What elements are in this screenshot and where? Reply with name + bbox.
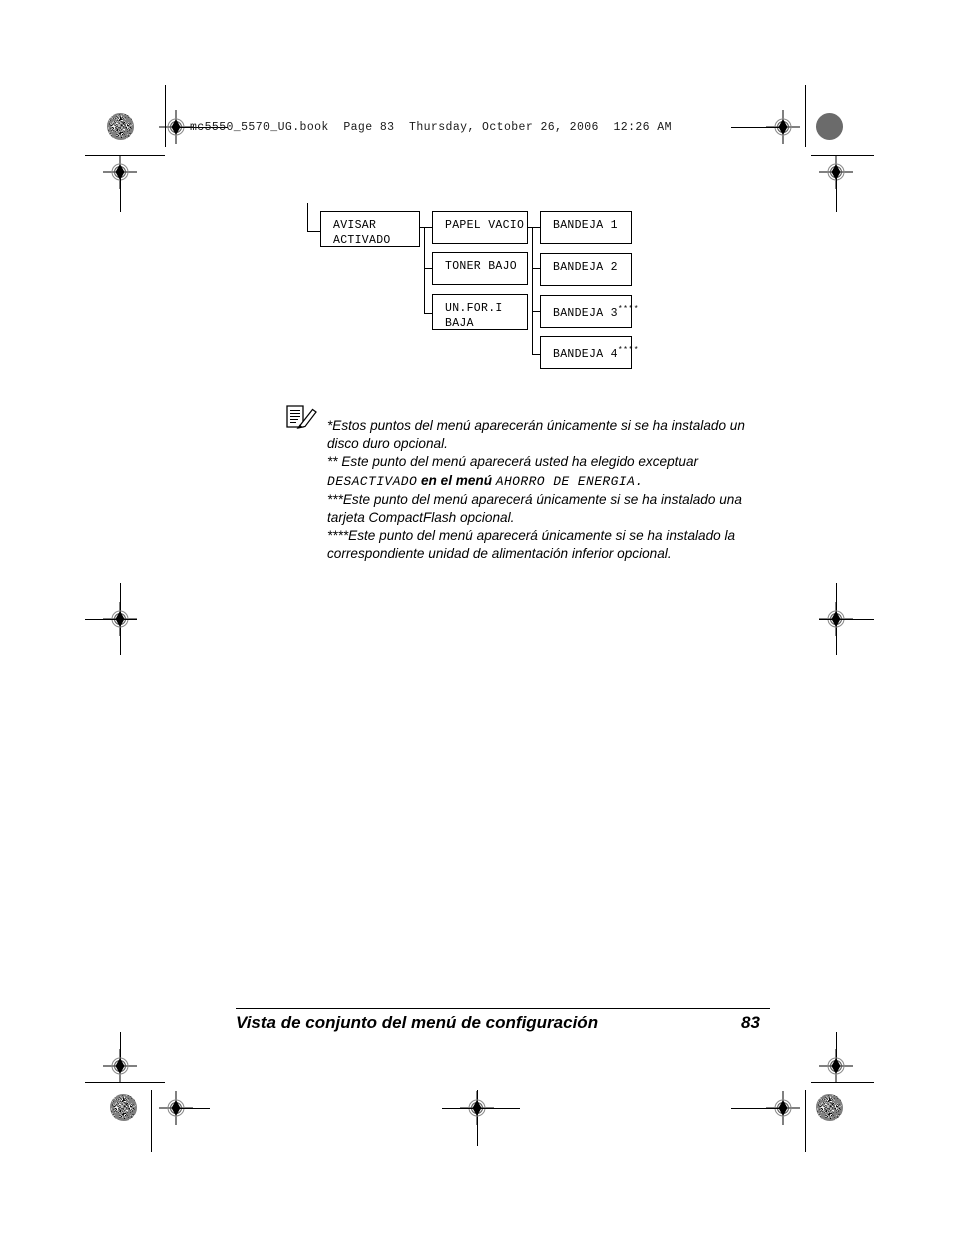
node-bandeja-3-label: BANDEJA 3 xyxy=(553,306,618,320)
note-text: *Estos puntos del menú aparecerán únicam… xyxy=(327,417,779,564)
node-un-for-i-baja[interactable]: UN.FOR.I BAJA xyxy=(432,294,528,330)
node-bandeja-2[interactable]: BANDEJA 2 xyxy=(540,253,632,286)
crop-line-lower-left-horizontal xyxy=(85,1082,165,1083)
connector-branch-toner-bajo xyxy=(424,268,432,269)
connector-trunk-level2 xyxy=(424,227,425,313)
node-avisar-activado-line2: ACTIVADO xyxy=(333,234,391,247)
registration-target-lower-left xyxy=(103,1049,137,1083)
crop-line-lower-right-horizontal xyxy=(811,1082,874,1083)
node-bandeja-1[interactable]: BANDEJA 1 xyxy=(540,211,632,244)
node-papel-vacio[interactable]: PAPEL VACIO xyxy=(432,211,528,244)
note-value-desactivado: DESACTIVADO xyxy=(327,473,418,489)
connector-branch-un-for-i xyxy=(424,313,432,314)
footer-page-number: 83 xyxy=(741,1013,760,1032)
halftone-dot-top-right xyxy=(816,113,843,140)
crop-line-bottom-center-horizontal xyxy=(442,1108,520,1109)
node-bandeja-2-label: BANDEJA 2 xyxy=(553,261,618,274)
node-toner-bajo-label: TONER BAJO xyxy=(445,260,518,273)
crop-line-top-right-horizontal xyxy=(731,127,783,128)
document-page: mc5550_5570_UG.book Page 83 Thursday, Oc… xyxy=(0,0,954,1235)
note-value-ahorro-de-energia: AHORRO DE ENERGIA. xyxy=(495,473,644,489)
node-avisar-activado[interactable]: AVISAR ACTIVADO xyxy=(320,211,420,247)
connector-branch-bandeja-2 xyxy=(532,268,540,269)
node-un-for-i-baja-line2: BAJA xyxy=(445,317,474,330)
node-papel-vacio-label: PAPEL VACIO xyxy=(445,219,525,232)
node-bandeja-4-label: BANDEJA 4 xyxy=(553,347,618,361)
crop-line-bottom-left-horizontal xyxy=(176,1108,210,1109)
crop-line-top-right-vertical xyxy=(805,85,806,147)
registration-target-lower-right xyxy=(819,1049,853,1083)
note-line-3: ** Este punto del menú aparecerá usted h… xyxy=(327,454,699,470)
halftone-dot-top-left xyxy=(107,113,134,140)
node-un-for-i-baja-line1: UN.FOR.I xyxy=(445,302,503,315)
crop-line-mid-left-horizontal xyxy=(85,619,137,620)
node-bandeja-4-footnote-marker: **** xyxy=(617,346,640,355)
crop-line-bottom-left-vertical xyxy=(151,1090,152,1152)
connector-incoming-vertical xyxy=(307,203,308,231)
note-block: *Estos puntos del menú aparecerán únicam… xyxy=(285,405,755,561)
node-bandeja-3[interactable]: BANDEJA 3**** xyxy=(540,295,639,328)
connector-branch-bandeja-3 xyxy=(532,311,540,312)
connector-trunk-level3 xyxy=(532,227,533,354)
crop-line-bottom-right-horizontal xyxy=(731,1108,783,1109)
connector-incoming-horizontal xyxy=(307,231,320,232)
node-toner-bajo[interactable]: TONER BAJO xyxy=(432,252,528,285)
footer-section-title: Vista de conjunto del menú de configurac… xyxy=(236,1013,599,1032)
node-bandeja-4[interactable]: BANDEJA 4**** xyxy=(540,336,639,369)
note-line-1: *Estos puntos del menú aparecerán únicam… xyxy=(327,418,745,433)
connector-branch-bandeja-1 xyxy=(528,227,540,228)
node-avisar-activado-line1: AVISAR xyxy=(333,219,377,232)
note-line-6: tarjeta CompactFlash opcional. xyxy=(327,510,515,526)
book-header-line: mc5550_5570_UG.book Page 83 Thursday, Oc… xyxy=(190,121,672,134)
connector-branch-bandeja-4 xyxy=(532,354,540,355)
note-line-8: correspondiente unidad de alimentación i… xyxy=(327,546,672,562)
crop-line-upper-right-vertical xyxy=(836,172,837,212)
note-document-pen-icon xyxy=(285,405,319,437)
crop-line-mid-right-horizontal xyxy=(819,619,874,620)
crop-line-bottom-right-vertical xyxy=(805,1090,806,1152)
node-bandeja-3-footnote-marker: **** xyxy=(617,305,640,314)
note-line-2: disco duro opcional. xyxy=(327,436,448,452)
connector-branch-papel-vacio xyxy=(420,227,432,228)
note-line-4: DESACTIVADO en el menú AHORRO DE ENERGIA… xyxy=(327,472,779,491)
note-line-5: ***Este punto del menú aparecerá únicame… xyxy=(327,491,742,507)
crop-line-upper-left-vertical xyxy=(120,172,121,212)
footer-rule xyxy=(236,1008,770,1010)
node-bandeja-1-label: BANDEJA 1 xyxy=(553,219,618,232)
halftone-dot-bottom-left xyxy=(110,1094,137,1121)
halftone-dot-bottom-right xyxy=(816,1094,843,1121)
note-line-4-connector: en el menú xyxy=(417,472,496,488)
note-line-7: ****Este punto del menú aparecerá únicam… xyxy=(327,528,736,544)
